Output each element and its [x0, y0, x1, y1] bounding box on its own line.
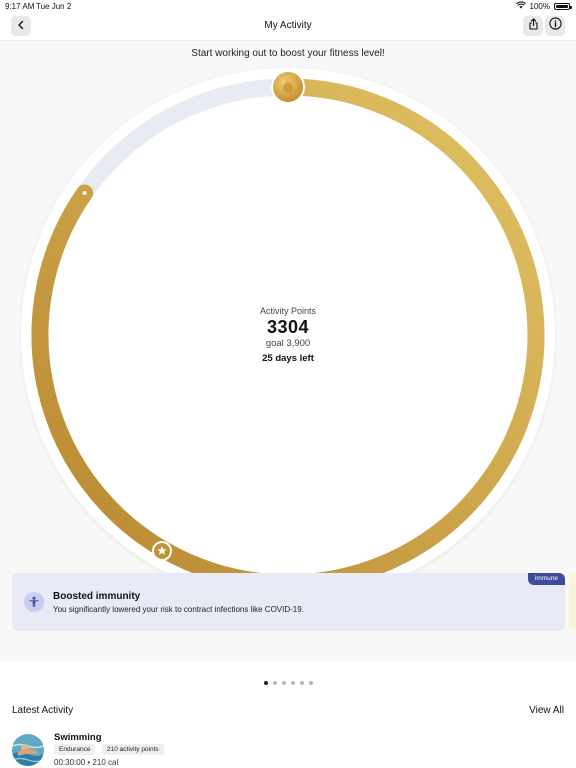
activity-calories: 210 cal — [92, 758, 119, 767]
page-title: My Activity — [264, 20, 312, 31]
activity-points-value: 3304 — [266, 317, 310, 337]
days-left: 25 days left — [262, 353, 314, 364]
insight-subtitle: You significantly lowered your risk to c… — [53, 605, 304, 614]
medal-badge — [271, 70, 305, 104]
star-milestone-icon — [152, 541, 172, 561]
progress-end-dot — [82, 191, 87, 196]
activity-row[interactable]: Swimming Endurance 210 activity points 0… — [12, 729, 564, 767]
activity-meta: 00:30:00 • 210 cal — [54, 758, 118, 767]
activity-ring-section: Start working out to boost your fitness … — [0, 41, 576, 661]
insight-tag: immune — [527, 573, 565, 585]
pagination-dot[interactable] — [263, 681, 268, 685]
status-bar: 9:17 AM Tue Jun 2 100% — [0, 0, 576, 14]
wifi-icon — [515, 1, 526, 11]
share-button[interactable] — [523, 16, 543, 36]
activity-points-label: Activity Points — [259, 306, 317, 316]
navigation-bar: My Activity — [0, 14, 576, 41]
latest-activity-heading: Latest Activity — [12, 705, 74, 716]
pagination-dot[interactable] — [272, 681, 277, 685]
activity-ring — [21, 68, 555, 602]
swimming-thumbnail — [12, 734, 44, 766]
activity-name: Swimming — [54, 732, 102, 743]
activity-points-tag: 210 activity points — [102, 744, 164, 755]
share-icon — [528, 17, 539, 35]
activity-duration: 00:30:00 — [54, 758, 86, 767]
insight-card[interactable]: immune Boosted immunity You significantl… — [12, 573, 565, 631]
pagination-dot[interactable] — [299, 681, 304, 685]
status-date: Tue Jun 2 — [36, 2, 72, 11]
battery-percent: 100% — [529, 1, 550, 11]
info-button[interactable] — [545, 16, 565, 36]
pagination-dot[interactable] — [290, 681, 295, 685]
battery-icon — [554, 2, 572, 10]
pagination-dot[interactable] — [281, 681, 286, 685]
view-all-link[interactable]: View All — [529, 705, 564, 716]
status-time: 9:17 AM — [5, 2, 35, 11]
carousel-pagination[interactable] — [0, 681, 576, 685]
insight-title: Boosted immunity — [53, 591, 141, 602]
next-card-peek[interactable] — [569, 573, 576, 631]
status-right: 100% — [515, 1, 572, 11]
pagination-dot[interactable] — [308, 681, 313, 685]
person-icon — [24, 592, 44, 612]
meta-separator: • — [87, 758, 91, 767]
activity-tag: Endurance — [54, 744, 96, 755]
info-icon — [548, 17, 562, 35]
activity-goal: goal 3,900 — [265, 338, 311, 349]
